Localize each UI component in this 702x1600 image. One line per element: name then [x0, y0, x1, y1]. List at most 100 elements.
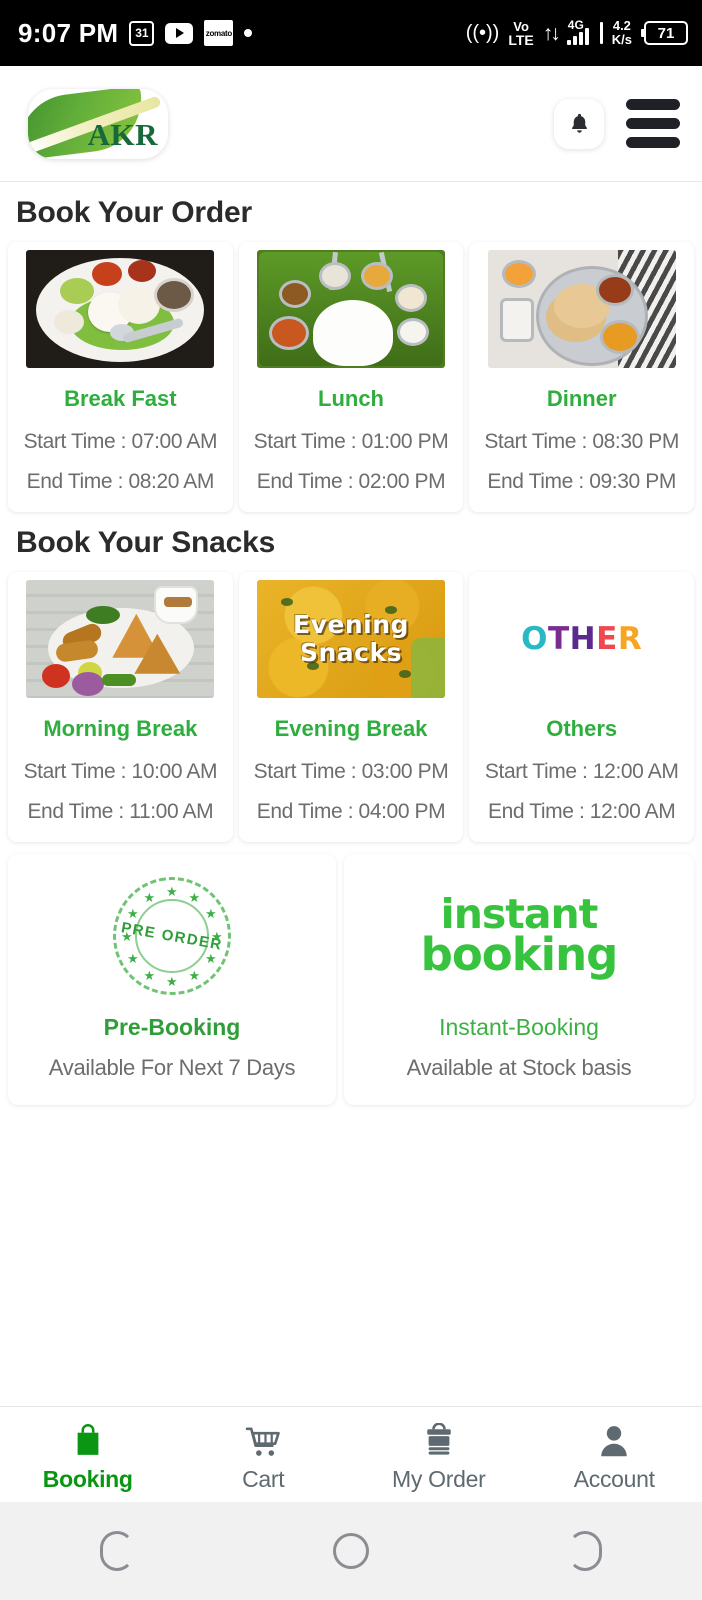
app-header-actions — [554, 95, 680, 152]
volte-icon: Vo LTE — [508, 18, 534, 48]
menu-bar-2 — [626, 118, 680, 129]
battery-icon: 71 — [641, 21, 688, 45]
meal-start-time: Start Time : 07:00 AM — [23, 430, 218, 453]
app-header: AKR — [0, 66, 702, 182]
meal-name: Dinner — [546, 386, 617, 411]
bell-icon — [571, 113, 587, 133]
android-navigation-bar — [0, 1502, 702, 1600]
nav-label: Cart — [242, 1465, 285, 1492]
meal-card-dinner[interactable]: Dinner Start Time : 08:30 PM End Time : … — [469, 242, 695, 512]
pre-booking-card[interactable]: PRE ORDER ★ ★ ★ ★ ★ ★ ★ ★ ★ ★ ★ ★ Pre-Booking Avail… — [8, 853, 336, 1105]
stamp-star-icon: ★ — [166, 973, 178, 989]
stamp-star-icon: ★ — [211, 928, 223, 944]
cellular-signal-icon: 4G — [566, 18, 589, 45]
snack-start-time: Start Time : 10:00 AM — [23, 759, 218, 783]
stamp-star-icon: ★ — [143, 889, 156, 905]
evening-snacks-line1: Evening — [293, 609, 409, 639]
booking-options-row: PRE ORDER ★ ★ ★ ★ ★ ★ ★ ★ ★ ★ ★ ★ Pre-Booking Avail… — [0, 842, 702, 1105]
youtube-icon — [165, 22, 194, 44]
bottom-navigation-bar: Booking Cart My Order Account — [0, 1406, 702, 1502]
home-button[interactable] — [328, 1528, 374, 1574]
status-bar-right: ((•)) Vo LTE ↑↓ 4G 4.2 K/s 71 — [465, 18, 688, 48]
page-content: Book Your Order Break Fast Start Time : … — [0, 182, 702, 1406]
meal-start-time: Start Time : 01:00 PM — [253, 430, 449, 453]
menu-button[interactable] — [626, 95, 680, 152]
network-speed-indicator: 4.2 K/s — [611, 18, 632, 47]
snack-name: Morning Break — [43, 715, 198, 741]
snacks-row: Morning Break Start Time : 10:00 AM End … — [0, 571, 702, 842]
nav-item-my-order[interactable]: My Order — [351, 1421, 527, 1493]
other-letter: H — [569, 620, 597, 657]
meal-name: Lunch — [318, 386, 384, 411]
tiffin-box-icon — [423, 1421, 455, 1459]
lunch-image — [257, 250, 445, 368]
nav-label: Booking — [42, 1465, 133, 1492]
stamp-star-icon: ★ — [188, 967, 201, 983]
stamp-star-icon: ★ — [121, 928, 133, 944]
stamp-star-icon: ★ — [188, 889, 201, 905]
recents-button[interactable] — [562, 1528, 608, 1574]
person-icon — [598, 1421, 630, 1459]
instant-booking-card[interactable]: instant booking Instant-Booking Availabl… — [344, 853, 694, 1105]
snack-card-morning-break[interactable]: Morning Break Start Time : 10:00 AM End … — [8, 571, 233, 842]
pre-booking-subtitle: Available For Next 7 Days — [48, 1054, 296, 1080]
status-bar-left: 9:07 PM 31 zomato — [18, 17, 253, 49]
logo-text: AKR — [87, 116, 158, 152]
menu-bar-3 — [626, 137, 680, 148]
zomato-icon: zomato — [204, 20, 234, 46]
meals-row: Break Fast Start Time : 07:00 AM End Tim… — [0, 242, 702, 512]
morning-break-image — [26, 579, 215, 698]
meal-name: Break Fast — [64, 386, 177, 411]
data-transfer-icon: ↑↓ — [542, 21, 561, 45]
nav-item-booking[interactable]: Booking — [0, 1421, 176, 1493]
evening-snacks-line2: Snacks — [300, 637, 402, 667]
stamp-star-icon: ★ — [204, 951, 217, 967]
nav-item-account[interactable]: Account — [527, 1421, 702, 1493]
other-letter: R — [617, 620, 643, 657]
stamp-star-icon: ★ — [127, 906, 139, 922]
meal-end-time: End Time : 02:00 PM — [256, 469, 446, 493]
menu-bar-1 — [626, 99, 680, 110]
evening-break-image: Evening Snacks — [257, 579, 445, 698]
book-your-order-title: Book Your Order — [16, 196, 252, 229]
stamp-star-icon: ★ — [204, 906, 217, 922]
snack-start-time: Start Time : 12:00 AM — [484, 759, 679, 783]
other-letter: E — [596, 620, 618, 657]
back-button[interactable] — [94, 1528, 140, 1574]
shopping-bag-icon — [71, 1421, 105, 1459]
meal-end-time: End Time : 09:30 PM — [487, 469, 676, 493]
shopping-cart-icon — [245, 1421, 281, 1459]
meal-card-breakfast[interactable]: Break Fast Start Time : 07:00 AM End Tim… — [8, 242, 233, 512]
stamp-star-icon: ★ — [127, 951, 139, 967]
snack-card-evening-break[interactable]: Evening Snacks Evening Break Start Time … — [238, 571, 464, 842]
snack-name: Others — [546, 715, 618, 741]
snack-end-time: End Time : 04:00 PM — [256, 799, 446, 823]
pre-booking-title: Pre-Booking — [103, 1013, 241, 1040]
stamp-star-icon: ★ — [166, 883, 178, 899]
hotspot-icon: ((•)) — [465, 22, 500, 44]
snack-end-time: End Time : 11:00 AM — [27, 799, 214, 823]
stamp-star-icon: ★ — [143, 967, 156, 983]
nav-item-cart[interactable]: Cart — [176, 1421, 352, 1493]
instant-booking-title: Instant-Booking — [439, 1013, 599, 1040]
android-status-bar: 9:07 PM 31 zomato ((•)) Vo LTE ↑↓ 4G 4.2… — [0, 0, 702, 66]
other-wordmark: OTHER — [521, 621, 642, 657]
snack-card-others[interactable]: OTHER Others Start Time : 12:00 AM End T… — [469, 571, 695, 842]
other-letter: T — [548, 620, 570, 657]
snack-end-time: End Time : 12:00 AM — [488, 799, 676, 823]
status-clock: 9:07 PM — [18, 17, 119, 48]
other-letter: O — [521, 620, 549, 657]
meal-card-lunch[interactable]: Lunch Start Time : 01:00 PM End Time : 0… — [238, 242, 464, 512]
snack-start-time: Start Time : 03:00 PM — [253, 759, 449, 783]
akr-logo[interactable]: AKR — [28, 88, 168, 159]
app-screen: 9:07 PM 31 zomato ((•)) Vo LTE ↑↓ 4G 4.2… — [0, 0, 702, 1600]
nav-label: Account — [573, 1465, 655, 1492]
meal-end-time: End Time : 08:20 AM — [26, 469, 215, 493]
book-your-snacks-title: Book Your Snacks — [16, 525, 276, 559]
notifications-button[interactable] — [554, 98, 604, 149]
calendar-icon: 31 — [129, 20, 155, 46]
second-sim-icon — [599, 22, 603, 44]
others-image: OTHER — [487, 579, 676, 698]
meal-start-time: Start Time : 08:30 PM — [484, 430, 680, 453]
instant-wordmark-line2: booking — [420, 927, 619, 981]
